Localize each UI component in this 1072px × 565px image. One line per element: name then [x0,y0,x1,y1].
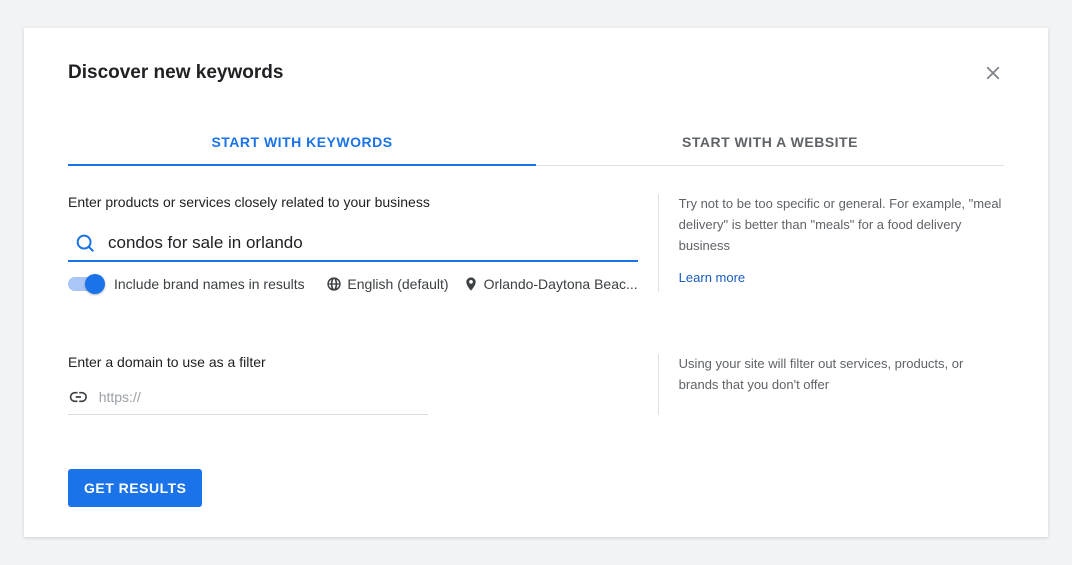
brand-toggle[interactable] [68,277,102,291]
tab-website[interactable]: START WITH A WEBSITE [536,120,1004,165]
learn-more-link[interactable]: Learn more [679,268,745,289]
left-pane: Enter products or services closely relat… [68,194,658,292]
options-row: Include brand names in results English (… [68,276,638,292]
search-icon [74,232,96,254]
right-pane: Try not to be too specific or general. F… [658,194,1004,292]
location-chip[interactable]: Orlando-Daytona Beac... [463,276,638,292]
domain-left: Enter a domain to use as a filter [68,354,658,415]
search-row [68,226,638,262]
domain-section: Enter a domain to use as a filter Using … [68,354,1004,415]
tab-keywords[interactable]: START WITH KEYWORDS [68,120,536,166]
domain-hint-pane: Using your site will filter out services… [658,354,1004,415]
link-icon [68,386,89,408]
location-pin-icon [463,276,479,292]
keyword-planner-card: Discover new keywords START WITH KEYWORD… [24,28,1048,537]
close-icon[interactable] [982,62,1004,84]
location-label: Orlando-Daytona Beac... [484,276,638,292]
products-label: Enter products or services closely relat… [68,194,638,210]
keywords-input[interactable] [96,233,638,253]
hint-text: Try not to be too specific or general. F… [679,194,1004,256]
domain-input[interactable] [89,389,428,405]
tabs: START WITH KEYWORDS START WITH A WEBSITE [68,120,1004,166]
brand-toggle-label: Include brand names in results [114,276,305,292]
content: Enter products or services closely relat… [68,194,1004,292]
get-results-button[interactable]: GET RESULTS [68,469,202,507]
language-label: English (default) [347,276,448,292]
domain-input-row [68,380,428,415]
page-title: Discover new keywords [68,62,283,84]
domain-label: Enter a domain to use as a filter [68,354,638,370]
header: Discover new keywords [68,62,1004,84]
domain-hint-text: Using your site will filter out services… [679,354,1004,396]
language-chip[interactable]: English (default) [326,276,448,292]
globe-icon [326,276,342,292]
